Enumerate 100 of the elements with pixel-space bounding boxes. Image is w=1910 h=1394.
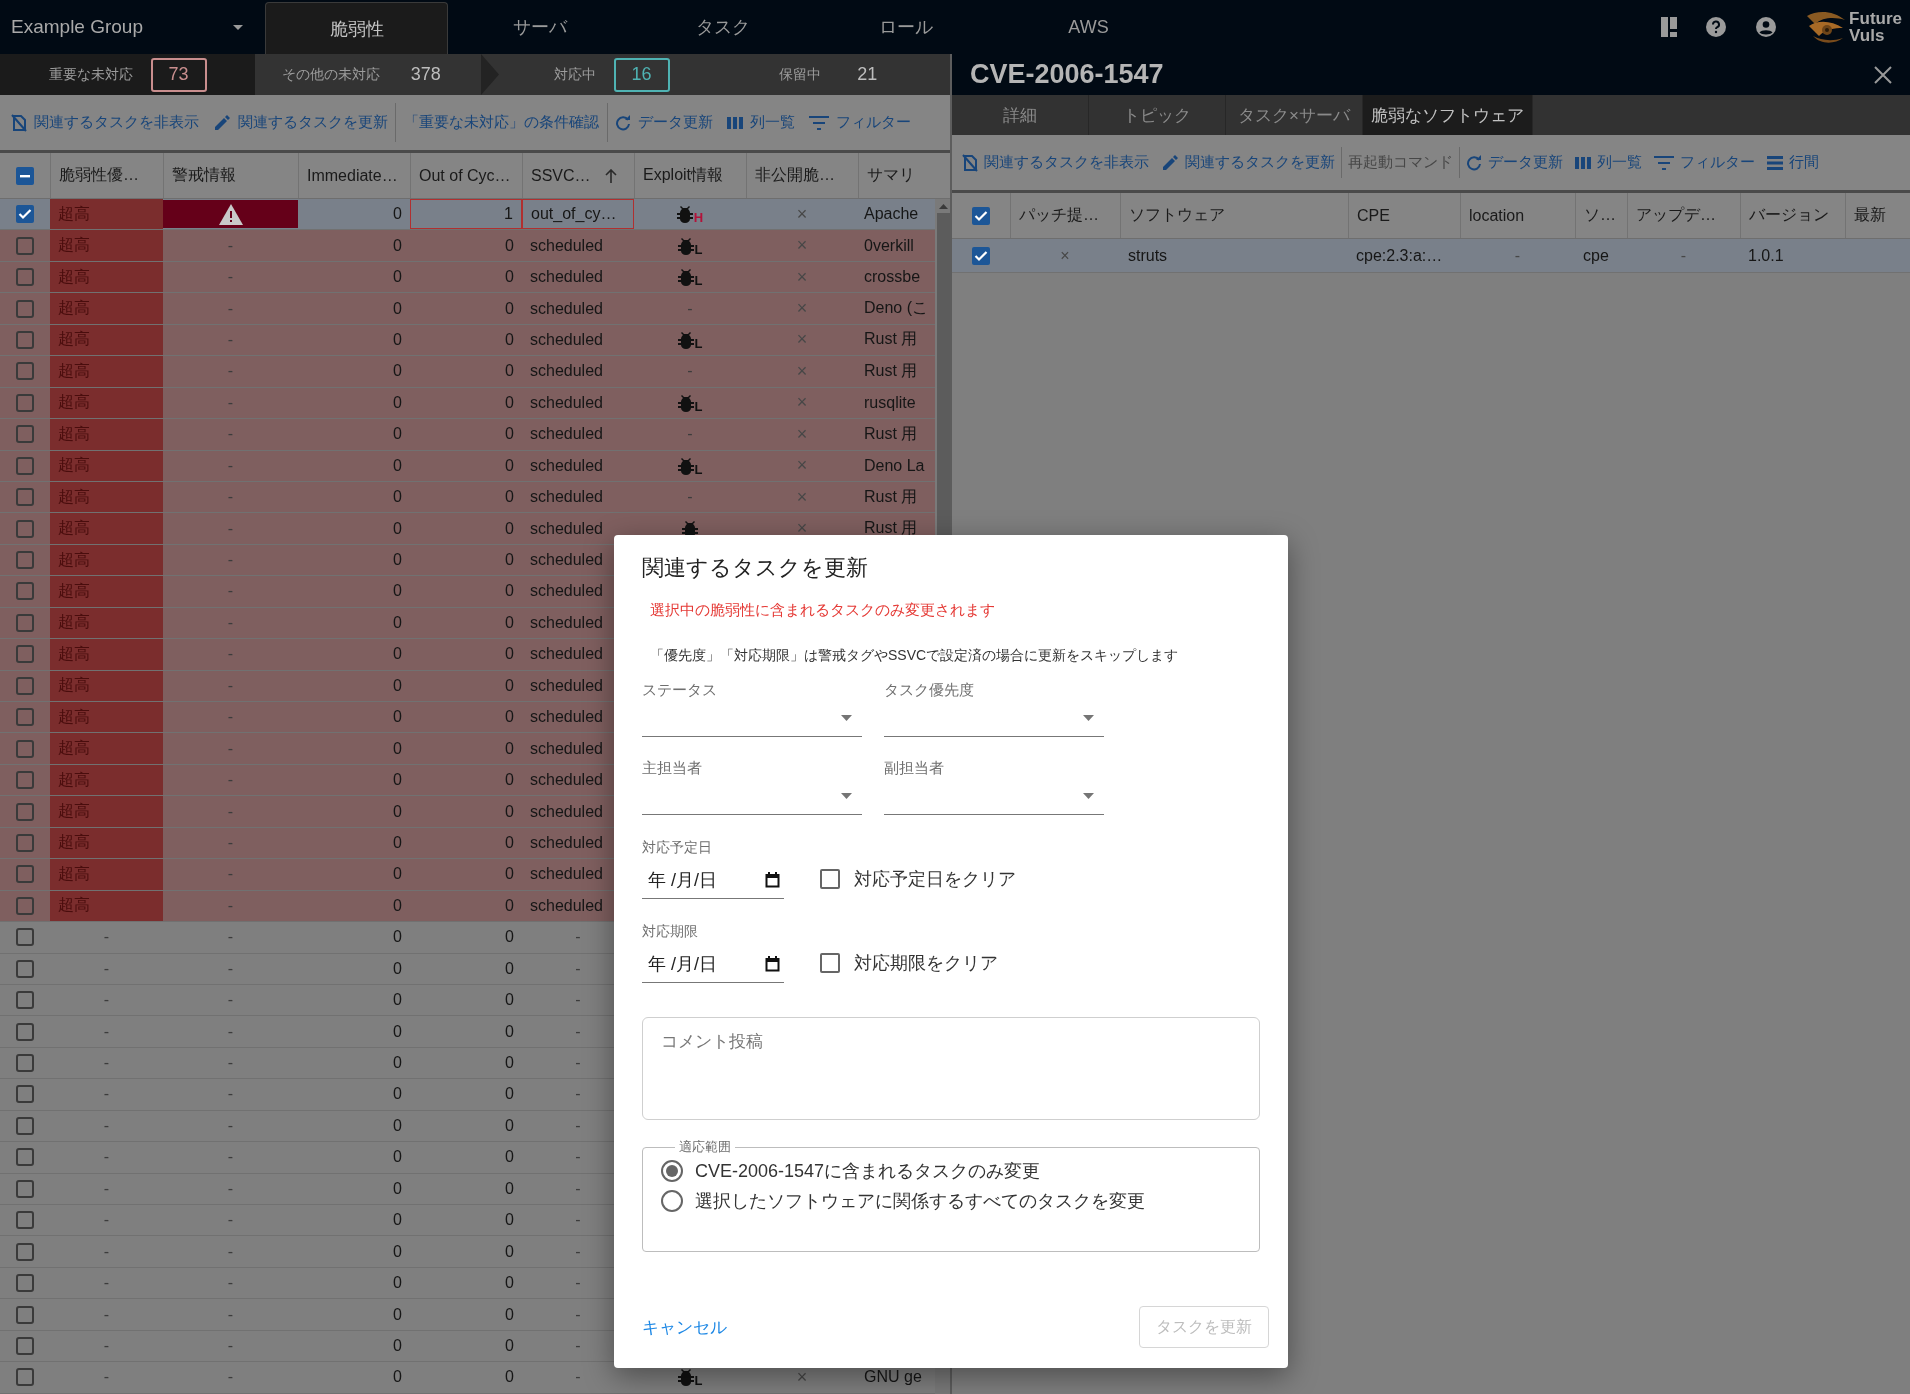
column-header[interactable]: パッチ提… <box>1010 193 1120 238</box>
row-checkbox[interactable] <box>16 833 34 852</box>
toolbar-button[interactable]: 関連するタスクを非表示 <box>4 107 206 138</box>
row-checkbox[interactable] <box>16 1242 34 1261</box>
column-header[interactable]: CPE <box>1348 193 1460 238</box>
toolbar-button[interactable]: データ更新 <box>608 107 720 138</box>
toolbar-button[interactable]: データ更新 <box>1460 147 1569 178</box>
table-cell-text: - <box>686 487 694 508</box>
nav-tab[interactable]: サーバ <box>448 0 631 54</box>
group-select[interactable]: Example Group <box>0 0 265 54</box>
row-checkbox[interactable] <box>16 1211 34 1230</box>
row-checkbox[interactable] <box>16 1179 34 1198</box>
panel-tab[interactable]: 脆弱なソフトウェア <box>1363 95 1533 135</box>
table-cell-text: - <box>226 770 235 791</box>
row-checkbox[interactable] <box>16 802 34 821</box>
column-header[interactable]: ソフトウェア <box>1120 193 1348 238</box>
row-checkbox[interactable] <box>16 551 34 570</box>
table-cell-text: - <box>226 455 235 476</box>
row-checkbox[interactable] <box>16 1336 34 1355</box>
pencil-icon <box>213 113 231 132</box>
column-header[interactable]: バージョン <box>1740 193 1845 238</box>
toolbar-button[interactable]: 関連するタスクを更新 <box>206 107 395 138</box>
row-checkbox[interactable] <box>16 1305 34 1324</box>
column-header[interactable]: 警戒情報 <box>172 165 236 186</box>
column-header[interactable]: location <box>1460 193 1575 238</box>
row-checkbox[interactable] <box>16 330 34 349</box>
column-header[interactable]: 脆弱性優… <box>59 165 139 186</box>
help-icon[interactable] <box>1705 16 1728 38</box>
toolbar-button[interactable]: フィルター <box>1648 147 1761 178</box>
row-checkbox[interactable] <box>16 393 34 412</box>
select-all-checkbox[interactable] <box>972 206 990 225</box>
close-icon[interactable] <box>1874 65 1892 84</box>
row-checkbox[interactable] <box>16 236 34 255</box>
row-checkbox[interactable] <box>16 205 34 224</box>
nav-tab[interactable]: AWS <box>997 0 1180 54</box>
toolbar-button[interactable]: 列一覧 <box>1569 147 1648 178</box>
radio-button[interactable] <box>661 1190 683 1212</box>
checkbox[interactable] <box>820 869 840 889</box>
sort-arrow-icon[interactable] <box>604 168 617 183</box>
toolbar-button[interactable]: 「重要な未対応」の条件確認 <box>395 103 608 142</box>
row-checkbox[interactable] <box>16 613 34 632</box>
row-checkbox[interactable] <box>16 268 34 287</box>
column-header[interactable]: 非公開脆… <box>755 165 835 186</box>
select-all-checkbox[interactable] <box>16 166 34 185</box>
cancel-link[interactable]: キャンセル <box>642 1315 727 1339</box>
row-checkbox[interactable] <box>16 1148 34 1167</box>
toolbar-button[interactable]: 関連するタスクを更新 <box>1155 147 1341 178</box>
row-checkbox[interactable] <box>972 246 990 265</box>
date-field[interactable]: 年 /月/日 <box>642 861 784 899</box>
account-icon[interactable] <box>1755 16 1778 38</box>
row-checkbox[interactable] <box>16 1054 34 1073</box>
date-field[interactable]: 年 /月/日 <box>642 945 784 983</box>
row-checkbox[interactable] <box>16 991 34 1010</box>
nav-tab[interactable]: タスク <box>631 0 814 54</box>
column-header[interactable]: 最新 <box>1845 193 1910 238</box>
toolbar-button[interactable]: 関連するタスクを非表示 <box>956 147 1155 178</box>
row-checkbox[interactable] <box>16 1085 34 1104</box>
row-checkbox[interactable] <box>16 582 34 601</box>
row-checkbox[interactable] <box>16 1116 34 1135</box>
row-checkbox[interactable] <box>16 896 34 915</box>
table-cell-text: - <box>102 958 111 979</box>
row-checkbox[interactable] <box>16 865 34 884</box>
row-checkbox[interactable] <box>16 519 34 538</box>
status-tab[interactable]: 重要な未対応 73 <box>0 54 255 95</box>
row-checkbox[interactable] <box>16 645 34 664</box>
column-header[interactable]: Exploit情報 <box>643 165 724 186</box>
row-checkbox[interactable] <box>16 299 34 318</box>
table-cell-text: scheduled <box>529 267 604 288</box>
toolbar-button[interactable]: 行間 <box>1761 147 1825 178</box>
radio-button[interactable] <box>661 1160 683 1182</box>
row-checkbox[interactable] <box>16 676 34 695</box>
table-cell-text: cpe <box>1582 245 1610 266</box>
refresh-icon <box>1466 154 1482 171</box>
row-checkbox[interactable] <box>16 959 34 978</box>
panel-icon[interactable] <box>1661 17 1678 37</box>
row-checkbox[interactable] <box>16 928 34 947</box>
column-header[interactable]: Out of Cyc… <box>419 166 511 185</box>
toolbar-button[interactable]: フィルター <box>802 107 918 138</box>
row-checkbox[interactable] <box>16 1274 34 1293</box>
row-checkbox[interactable] <box>16 1368 34 1387</box>
nav-tab[interactable]: ロール <box>814 0 997 54</box>
checkbox[interactable] <box>820 953 840 973</box>
row-checkbox[interactable] <box>16 739 34 758</box>
row-checkbox[interactable] <box>16 488 34 507</box>
row-checkbox[interactable] <box>16 771 34 790</box>
column-header[interactable]: アップデ… <box>1627 193 1740 238</box>
row-checkbox[interactable] <box>16 425 34 444</box>
column-header[interactable]: Immediate… <box>307 166 398 185</box>
nav-tab[interactable]: 脆弱性 <box>265 2 448 54</box>
comment-field[interactable]: コメント投稿 <box>642 1017 1260 1120</box>
column-header[interactable]: サマリ <box>867 165 915 186</box>
column-header[interactable]: ソ… <box>1575 193 1627 238</box>
row-checkbox[interactable] <box>16 1022 34 1041</box>
column-header[interactable]: SSVC… <box>531 166 591 185</box>
row-checkbox[interactable] <box>16 456 34 475</box>
status-label: 重要な未対応 <box>48 65 133 84</box>
row-checkbox[interactable] <box>16 708 34 727</box>
row-checkbox[interactable] <box>16 362 34 381</box>
toolbar-button[interactable]: 列一覧 <box>720 107 802 138</box>
table-cell-text: - <box>226 1147 235 1168</box>
